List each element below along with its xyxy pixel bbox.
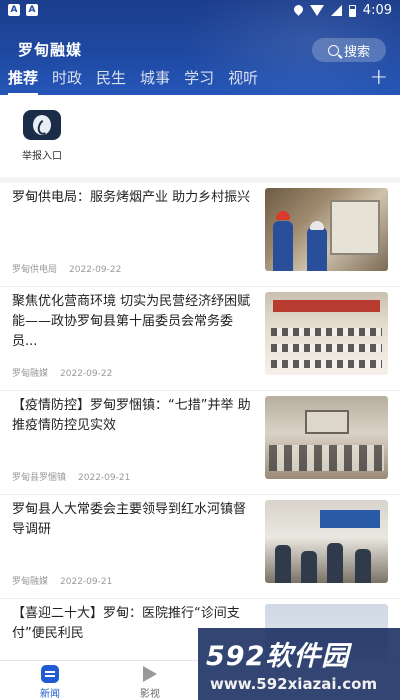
tab-politics[interactable]: 时政 [52,66,82,90]
watermark-title: 592软件园 [206,641,350,672]
news-title: 罗甸县人大常委会主要领导到红水河镇督导调研 [12,502,247,537]
news-title: 罗甸供电局：服务烤烟产业 助力乡村振兴 [12,190,251,205]
watermark-url: www.592xiazai.com [210,675,378,693]
app-header: A A 4:09 罗甸融媒 搜索 推荐 时政 民生 城事 学习 视听 + [0,0,400,95]
status-left-icons: A A [8,4,38,16]
status-time: 4:09 [362,3,392,18]
nav-news-label: 新闻 [40,689,60,700]
news-source: 罗甸供电局 [12,265,58,275]
news-meta: 罗甸融媒 2022-09-21 [12,574,112,587]
news-item[interactable]: 聚焦优化营商环境 切实为民营经济纾困赋能——政协罗甸县第十届委员会常务委员...… [0,287,400,391]
news-date: 2022-09-21 [60,577,113,587]
quick-entry-panel: 举报入口 [0,95,400,177]
news-date: 2022-09-22 [69,265,122,275]
notification-icon: A [8,4,20,16]
battery-icon [348,4,356,17]
search-icon [327,44,339,56]
nav-video[interactable]: 影视 [120,665,180,700]
tab-city[interactable]: 城事 [140,66,170,90]
wifi-icon [309,5,324,16]
news-thumbnail [265,500,388,583]
location-icon [294,5,303,16]
search-button[interactable]: 搜索 [312,38,386,62]
news-meta: 罗甸融媒 2022-09-22 [12,366,112,379]
news-thumbnail [265,396,388,479]
notification-icon: A [26,4,38,16]
signal-icon [330,5,342,16]
nav-video-label: 影视 [140,689,160,700]
news-list: 罗甸供电局：服务烤烟产业 助力乡村振兴 罗甸供电局 2022-09-22 聚焦优化… [0,183,400,700]
news-thumbnail [265,292,388,375]
tab-recommend[interactable]: 推荐 [8,66,39,95]
report-entry-label: 举报入口 [22,151,62,162]
news-date: 2022-09-21 [78,473,131,483]
play-icon [143,666,157,682]
phone-icon [23,110,61,140]
tab-audiovisual[interactable]: 视听 [228,66,258,90]
tab-livelihood[interactable]: 民生 [96,66,126,90]
news-icon [41,665,59,683]
news-title: 聚焦优化营商环境 切实为民营经济纾困赋能——政协罗甸县第十届委员会常务委员... [12,294,251,349]
news-meta: 罗甸县罗悃镇 2022-09-21 [12,470,130,483]
news-item[interactable]: 罗甸供电局：服务烤烟产业 助力乡村振兴 罗甸供电局 2022-09-22 [0,183,400,287]
news-date: 2022-09-22 [60,369,113,379]
news-source: 罗甸融媒 [12,369,49,379]
add-channel-button[interactable]: + [370,67,388,89]
tab-study[interactable]: 学习 [184,66,214,90]
news-source: 罗甸融媒 [12,577,49,587]
status-bar: A A 4:09 [0,0,400,22]
app-brand: 罗甸融媒 [18,41,83,59]
channel-tabs: 推荐 时政 民生 城事 学习 视听 [8,66,272,95]
news-item[interactable]: 【疫情防控】罗甸罗悃镇：“七措”并举 助推疫情防控见实效 罗甸县罗悃镇 2022-… [0,391,400,495]
report-entry-button[interactable]: 举报入口 [18,110,66,162]
watermark-overlay: 592软件园 www.592xiazai.com [198,628,400,700]
news-item[interactable]: 罗甸县人大常委会主要领导到红水河镇督导调研 罗甸融媒 2022-09-21 [0,495,400,599]
news-thumbnail [265,188,388,271]
nav-news[interactable]: 新闻 [20,665,80,700]
news-title: 【疫情防控】罗甸罗悃镇：“七措”并举 助推疫情防控见实效 [12,398,251,433]
status-right-icons: 4:09 [294,3,392,18]
search-label: 搜索 [343,44,370,60]
news-source: 罗甸县罗悃镇 [12,473,67,483]
news-meta: 罗甸供电局 2022-09-22 [12,262,121,275]
